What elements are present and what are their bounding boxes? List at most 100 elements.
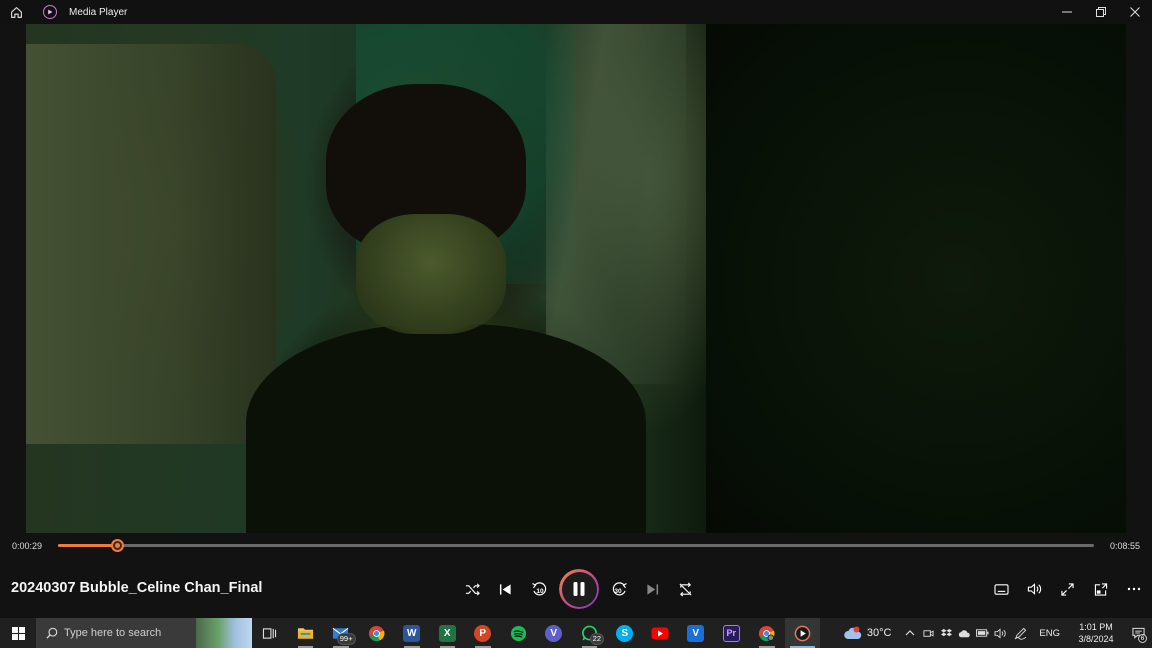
tray-volume[interactable] — [991, 618, 1009, 648]
chrome-icon — [759, 625, 775, 641]
media-player-icon — [794, 625, 811, 641]
video-scene-curtain — [546, 24, 686, 384]
home-button[interactable] — [0, 0, 32, 24]
meet-now-icon — [923, 629, 934, 637]
windows-logo-icon — [11, 626, 25, 640]
taskbar-task-view[interactable] — [252, 618, 288, 648]
taskbar-powerpoint[interactable]: P — [465, 618, 501, 648]
video-scene-foreground-object — [26, 44, 276, 444]
track-title: 20240307 Bubble_Celine Chan_Final — [11, 580, 263, 596]
word-icon: W — [403, 624, 421, 642]
notification-center-button[interactable]: 6 — [1124, 618, 1152, 648]
seek-bar: 0:00:29 0:08:55 — [0, 533, 1152, 557]
onedrive-icon — [958, 629, 970, 637]
home-icon — [10, 6, 22, 18]
total-time: 0:08:55 — [1109, 541, 1140, 551]
video-frame[interactable] — [26, 24, 1126, 533]
pen-icon — [1014, 627, 1027, 640]
search-icon — [46, 627, 58, 639]
start-button[interactable] — [0, 618, 36, 648]
pause-icon — [573, 582, 585, 596]
minimize-button[interactable] — [1050, 0, 1084, 24]
spotify-icon — [510, 625, 526, 641]
restore-icon — [1096, 7, 1106, 17]
taskbar-vimeo[interactable]: V — [678, 618, 714, 648]
show-hidden-icons-button[interactable] — [901, 618, 919, 648]
tray-battery[interactable] — [973, 618, 991, 648]
skip-forward-button[interactable]: 30 — [603, 574, 636, 604]
tray-pen[interactable] — [1009, 618, 1031, 648]
taskbar-search-box[interactable]: Type here to search — [36, 618, 252, 648]
pause-button[interactable] — [559, 569, 599, 609]
skip-back-button[interactable]: 10 — [522, 574, 555, 604]
progress-thumb[interactable] — [111, 539, 125, 552]
taskbar-youtube[interactable] — [643, 618, 679, 648]
cloud-icon — [844, 626, 862, 639]
notification-count: 6 — [1138, 634, 1147, 643]
progress-fill — [58, 544, 118, 547]
clock[interactable]: 1:01 PM 3/8/2024 — [1068, 621, 1124, 645]
premiere-icon: Pr — [722, 624, 740, 642]
repeat-off-button[interactable] — [669, 574, 702, 604]
taskbar-whatsapp[interactable]: 22 — [572, 618, 608, 648]
transport-controls: 20240307 Bubble_Celine Chan_Final 10 30 — [0, 560, 1152, 618]
whatsapp-badge: 22 — [589, 633, 604, 645]
taskbar-media-player[interactable] — [784, 618, 820, 648]
viber-icon: V — [545, 624, 563, 642]
clock-time: 1:01 PM — [1079, 622, 1113, 632]
volume-icon — [1027, 583, 1042, 595]
speaker-icon — [994, 627, 1006, 639]
taskbar-word[interactable]: W — [394, 618, 430, 648]
mail-badge: 99+ — [336, 633, 356, 645]
shuffle-icon — [465, 582, 480, 596]
skip-back-seconds: 10 — [536, 587, 544, 595]
window-title: Media Player — [69, 6, 128, 18]
media-player-logo-icon — [43, 5, 57, 19]
battery-icon — [975, 629, 989, 637]
taskbar-file-explorer[interactable] — [288, 618, 324, 648]
previous-icon — [499, 583, 511, 595]
taskbar-chrome[interactable] — [359, 618, 395, 648]
tray-meet-now[interactable] — [919, 618, 937, 648]
tray-onedrive[interactable] — [955, 618, 973, 648]
restore-button[interactable] — [1084, 0, 1118, 24]
taskbar-viber[interactable]: V — [536, 618, 572, 648]
tray-dropbox[interactable] — [937, 618, 955, 648]
mini-player-button[interactable] — [1084, 574, 1117, 604]
folder-icon — [297, 628, 313, 639]
minimize-icon — [1062, 11, 1072, 13]
close-button[interactable] — [1118, 0, 1152, 24]
search-highlight-illustration — [196, 618, 252, 648]
vimeo-icon: V — [687, 624, 705, 642]
weather-temperature: 30°C — [866, 627, 892, 639]
powerpoint-icon: P — [474, 624, 492, 642]
taskbar-chrome-profile[interactable] — [749, 618, 785, 648]
current-time: 0:00:29 — [12, 541, 43, 551]
previous-button[interactable] — [489, 574, 522, 604]
taskbar-skype[interactable]: S — [607, 618, 643, 648]
captions-icon — [994, 583, 1009, 595]
weather-widget[interactable]: 30°C — [843, 626, 892, 641]
taskbar-premiere-pro[interactable]: Pr — [714, 618, 750, 648]
skype-icon: S — [616, 624, 634, 642]
search-placeholder: Type here to search — [64, 627, 162, 639]
taskbar-excel[interactable]: X — [430, 618, 466, 648]
more-options-button[interactable] — [1117, 574, 1150, 604]
taskbar-mail[interactable]: 99+ — [323, 618, 359, 648]
input-language[interactable]: ENG — [1039, 628, 1060, 639]
fullscreen-button[interactable] — [1051, 574, 1084, 604]
more-icon — [1127, 587, 1140, 591]
progress-track[interactable] — [58, 539, 1094, 552]
video-scene-person-body — [246, 324, 646, 533]
next-button[interactable] — [636, 574, 669, 604]
chrome-icon — [368, 625, 385, 641]
taskbar: Type here to search 99+ W X P V 22 S V P… — [0, 618, 1152, 648]
captions-button[interactable] — [985, 574, 1018, 604]
excel-icon: X — [438, 624, 456, 642]
system-tray: 30°C ENG 1:01 PM 3/8/2024 6 — [843, 618, 1152, 648]
shuffle-button[interactable] — [456, 574, 489, 604]
taskbar-spotify[interactable] — [501, 618, 537, 648]
media-player-window: Media Player 0:00:29 0:08:55 20240307 Bu… — [0, 0, 1152, 618]
task-view-icon — [263, 627, 277, 639]
volume-button[interactable] — [1018, 574, 1051, 604]
